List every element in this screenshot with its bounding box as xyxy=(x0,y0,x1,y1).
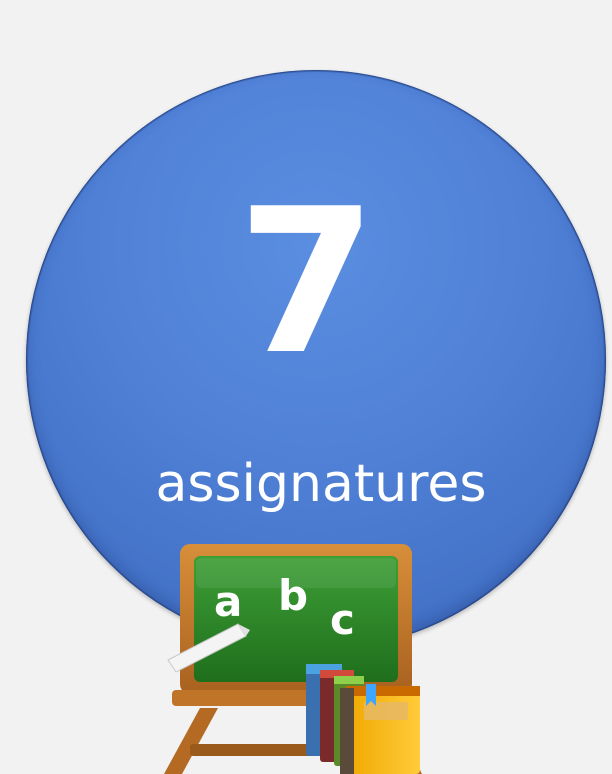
board-letter-a: a xyxy=(214,577,242,626)
board-letter-c: c xyxy=(330,595,355,644)
board-letter-b: b xyxy=(278,571,308,620)
slide: 7 assignatures a b c xyxy=(0,0,612,774)
assignments-label: assignatures xyxy=(155,454,487,514)
chalkboard-icon: a b c xyxy=(164,544,422,774)
assignments-count: 7 xyxy=(237,166,376,399)
